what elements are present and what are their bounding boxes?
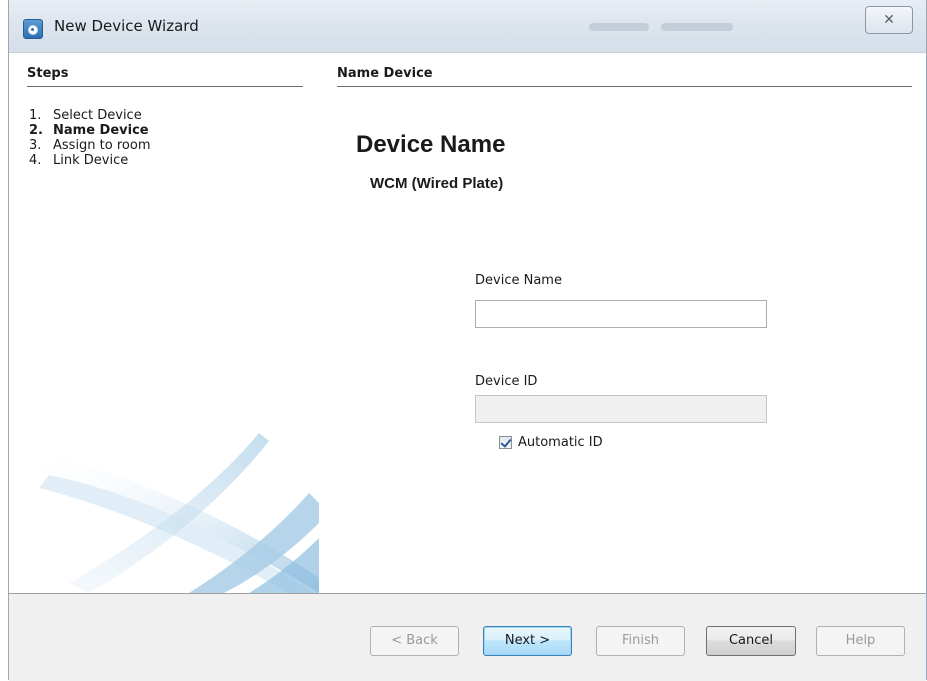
step-number: 1. xyxy=(29,108,42,123)
checkmark-icon[interactable] xyxy=(499,436,512,449)
step-item: 1. Select Device xyxy=(29,108,151,123)
step-label: Name Device xyxy=(53,123,149,138)
step-label: Select Device xyxy=(53,108,142,123)
step-number: 3. xyxy=(29,138,42,153)
page-heading: Name Device xyxy=(337,66,912,87)
blurred-title-text xyxy=(661,23,733,31)
device-id-input xyxy=(475,395,767,423)
title-bar[interactable]: New Device Wizard ✕ xyxy=(9,0,926,53)
step-item: 4. Link Device xyxy=(29,153,151,168)
automatic-id-checkbox[interactable]: Automatic ID xyxy=(499,435,603,450)
steps-panel: Steps 1. Select Device 2. Name Device 3.… xyxy=(9,53,319,593)
next-button[interactable]: Next > xyxy=(483,626,572,656)
back-button[interactable]: < Back xyxy=(370,626,459,656)
finish-button[interactable]: Finish xyxy=(596,626,685,656)
wizard-window: New Device Wizard ✕ Steps 1. Select Devi… xyxy=(8,0,927,681)
step-label: Assign to room xyxy=(53,138,151,153)
device-type-subtitle: WCM (Wired Plate) xyxy=(370,175,504,192)
blurred-title-text xyxy=(589,23,649,31)
device-id-label: Device ID xyxy=(475,374,538,389)
automatic-id-label[interactable]: Automatic ID xyxy=(518,435,603,450)
step-item-current: 2. Name Device xyxy=(29,123,151,138)
cancel-button[interactable]: Cancel xyxy=(706,626,796,656)
steps-list: 1. Select Device 2. Name Device 3. Assig… xyxy=(29,108,151,168)
step-number: 2. xyxy=(29,123,43,138)
steps-title: Steps xyxy=(27,66,303,87)
window-title: New Device Wizard xyxy=(54,17,199,35)
page-title: Device Name xyxy=(356,131,506,158)
content-panel: Name Device Device Name WCM (Wired Plate… xyxy=(319,53,926,593)
help-button[interactable]: Help xyxy=(816,626,905,656)
step-label: Link Device xyxy=(53,153,129,168)
close-icon: ✕ xyxy=(883,12,895,28)
close-button[interactable]: ✕ xyxy=(865,6,913,34)
step-number: 4. xyxy=(29,153,42,168)
step-item: 3. Assign to room xyxy=(29,138,151,153)
decorative-swoosh xyxy=(29,433,319,593)
device-name-label: Device Name xyxy=(475,273,562,288)
app-icon xyxy=(23,19,43,39)
device-name-input[interactable] xyxy=(475,300,767,328)
button-bar: < Back Next > Finish Cancel Help xyxy=(9,593,926,681)
